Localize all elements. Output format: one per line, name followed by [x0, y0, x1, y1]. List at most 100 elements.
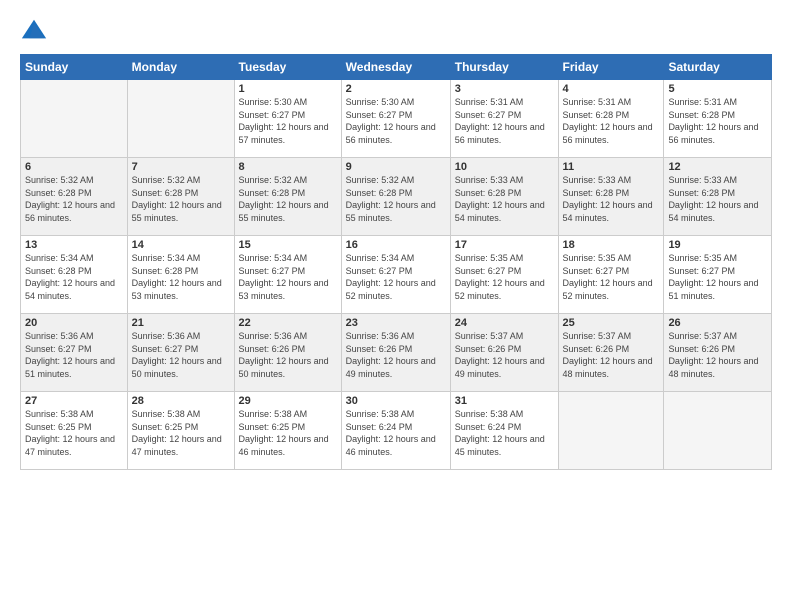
day-number: 28 [132, 395, 230, 407]
calendar-cell: 18Sunrise: 5:35 AMSunset: 6:27 PMDayligh… [558, 236, 664, 314]
day-number: 13 [25, 239, 123, 251]
day-info: Sunrise: 5:34 AMSunset: 6:28 PMDaylight:… [132, 252, 230, 302]
calendar-cell: 19Sunrise: 5:35 AMSunset: 6:27 PMDayligh… [664, 236, 772, 314]
calendar-cell: 9Sunrise: 5:32 AMSunset: 6:28 PMDaylight… [341, 158, 450, 236]
day-info: Sunrise: 5:37 AMSunset: 6:26 PMDaylight:… [455, 330, 554, 380]
calendar-cell: 31Sunrise: 5:38 AMSunset: 6:24 PMDayligh… [450, 392, 558, 470]
day-number: 16 [346, 239, 446, 251]
day-number: 22 [239, 317, 337, 329]
day-number: 3 [455, 83, 554, 95]
day-info: Sunrise: 5:38 AMSunset: 6:25 PMDaylight:… [132, 408, 230, 458]
day-number: 20 [25, 317, 123, 329]
day-number: 15 [239, 239, 337, 251]
day-number: 5 [668, 83, 767, 95]
day-info: Sunrise: 5:33 AMSunset: 6:28 PMDaylight:… [668, 174, 767, 224]
day-number: 19 [668, 239, 767, 251]
calendar-cell: 1Sunrise: 5:30 AMSunset: 6:27 PMDaylight… [234, 80, 341, 158]
calendar-cell: 8Sunrise: 5:32 AMSunset: 6:28 PMDaylight… [234, 158, 341, 236]
day-number: 27 [25, 395, 123, 407]
day-number: 4 [563, 83, 660, 95]
day-number: 18 [563, 239, 660, 251]
day-info: Sunrise: 5:38 AMSunset: 6:24 PMDaylight:… [455, 408, 554, 458]
calendar-cell: 6Sunrise: 5:32 AMSunset: 6:28 PMDaylight… [21, 158, 128, 236]
calendar-cell: 21Sunrise: 5:36 AMSunset: 6:27 PMDayligh… [127, 314, 234, 392]
calendar-cell [21, 80, 128, 158]
day-info: Sunrise: 5:36 AMSunset: 6:26 PMDaylight:… [239, 330, 337, 380]
calendar-cell [558, 392, 664, 470]
calendar-cell [664, 392, 772, 470]
day-number: 7 [132, 161, 230, 173]
calendar-cell: 12Sunrise: 5:33 AMSunset: 6:28 PMDayligh… [664, 158, 772, 236]
day-header: Wednesday [341, 55, 450, 80]
calendar-week-row: 6Sunrise: 5:32 AMSunset: 6:28 PMDaylight… [21, 158, 772, 236]
day-info: Sunrise: 5:36 AMSunset: 6:27 PMDaylight:… [132, 330, 230, 380]
calendar-cell: 25Sunrise: 5:37 AMSunset: 6:26 PMDayligh… [558, 314, 664, 392]
calendar-header-row: SundayMondayTuesdayWednesdayThursdayFrid… [21, 55, 772, 80]
calendar-table: SundayMondayTuesdayWednesdayThursdayFrid… [20, 54, 772, 470]
day-number: 21 [132, 317, 230, 329]
day-number: 2 [346, 83, 446, 95]
day-number: 6 [25, 161, 123, 173]
day-info: Sunrise: 5:35 AMSunset: 6:27 PMDaylight:… [563, 252, 660, 302]
logo-icon [20, 16, 48, 44]
day-number: 29 [239, 395, 337, 407]
calendar-cell: 24Sunrise: 5:37 AMSunset: 6:26 PMDayligh… [450, 314, 558, 392]
calendar-cell: 15Sunrise: 5:34 AMSunset: 6:27 PMDayligh… [234, 236, 341, 314]
calendar-cell: 20Sunrise: 5:36 AMSunset: 6:27 PMDayligh… [21, 314, 128, 392]
page: SundayMondayTuesdayWednesdayThursdayFrid… [0, 0, 792, 612]
calendar-cell: 2Sunrise: 5:30 AMSunset: 6:27 PMDaylight… [341, 80, 450, 158]
day-number: 1 [239, 83, 337, 95]
calendar-cell: 7Sunrise: 5:32 AMSunset: 6:28 PMDaylight… [127, 158, 234, 236]
day-info: Sunrise: 5:31 AMSunset: 6:28 PMDaylight:… [668, 96, 767, 146]
calendar-cell: 14Sunrise: 5:34 AMSunset: 6:28 PMDayligh… [127, 236, 234, 314]
calendar-cell: 23Sunrise: 5:36 AMSunset: 6:26 PMDayligh… [341, 314, 450, 392]
calendar-cell [127, 80, 234, 158]
day-info: Sunrise: 5:33 AMSunset: 6:28 PMDaylight:… [563, 174, 660, 224]
day-number: 14 [132, 239, 230, 251]
calendar-cell: 4Sunrise: 5:31 AMSunset: 6:28 PMDaylight… [558, 80, 664, 158]
day-info: Sunrise: 5:38 AMSunset: 6:25 PMDaylight:… [25, 408, 123, 458]
calendar-week-row: 13 Sunrise: 5:34 AMSunset: 6:28 PMDayligh… [21, 236, 772, 314]
day-info: Sunrise: 5:36 AMSunset: 6:26 PMDaylight:… [346, 330, 446, 380]
calendar-cell: 29Sunrise: 5:38 AMSunset: 6:25 PMDayligh… [234, 392, 341, 470]
day-info: Sunrise: 5:37 AMSunset: 6:26 PMDaylight:… [668, 330, 767, 380]
calendar-cell: 11Sunrise: 5:33 AMSunset: 6:28 PMDayligh… [558, 158, 664, 236]
calendar-cell: 3Sunrise: 5:31 AMSunset: 6:27 PMDaylight… [450, 80, 558, 158]
day-number: 17 [455, 239, 554, 251]
day-number: 12 [668, 161, 767, 173]
day-info: Sunrise: 5:30 AMSunset: 6:27 PMDaylight:… [346, 96, 446, 146]
day-info: Sunrise: 5:31 AMSunset: 6:27 PMDaylight:… [455, 96, 554, 146]
day-number: 10 [455, 161, 554, 173]
day-header: Friday [558, 55, 664, 80]
day-number: 8 [239, 161, 337, 173]
day-info: Sunrise: 5:32 AMSunset: 6:28 PMDaylight:… [25, 174, 123, 224]
day-info: Sunrise: 5:30 AMSunset: 6:27 PMDaylight:… [239, 96, 337, 146]
day-info: Sunrise: 5:33 AMSunset: 6:28 PMDaylight:… [455, 174, 554, 224]
day-header: Monday [127, 55, 234, 80]
day-info: Sunrise: 5:35 AMSunset: 6:27 PMDaylight:… [668, 252, 767, 302]
day-info: Sunrise: 5:34 AMSunset: 6:27 PMDaylight:… [346, 252, 446, 302]
calendar-cell: 5Sunrise: 5:31 AMSunset: 6:28 PMDaylight… [664, 80, 772, 158]
day-info: Sunrise: 5:37 AMSunset: 6:26 PMDaylight:… [563, 330, 660, 380]
day-info: Sunrise: 5:32 AMSunset: 6:28 PMDaylight:… [239, 174, 337, 224]
calendar-week-row: 27Sunrise: 5:38 AMSunset: 6:25 PMDayligh… [21, 392, 772, 470]
calendar-cell: 22Sunrise: 5:36 AMSunset: 6:26 PMDayligh… [234, 314, 341, 392]
day-number: 31 [455, 395, 554, 407]
day-number: 11 [563, 161, 660, 173]
day-number: 9 [346, 161, 446, 173]
day-info: Sunrise: 5:32 AMSunset: 6:28 PMDaylight:… [346, 174, 446, 224]
calendar-cell: 17Sunrise: 5:35 AMSunset: 6:27 PMDayligh… [450, 236, 558, 314]
calendar-cell: 27Sunrise: 5:38 AMSunset: 6:25 PMDayligh… [21, 392, 128, 470]
day-header: Sunday [21, 55, 128, 80]
day-number: 24 [455, 317, 554, 329]
calendar-week-row: 20 Sunrise: 5:36 AMSunset: 6:27 PMDayligh… [21, 314, 772, 392]
day-info: Sunrise: 5:32 AMSunset: 6:28 PMDaylight:… [132, 174, 230, 224]
day-info: Sunrise: 5:34 AMSunset: 6:27 PMDaylight:… [239, 252, 337, 302]
day-number: 25 [563, 317, 660, 329]
calendar-cell: 10Sunrise: 5:33 AMSunset: 6:28 PMDayligh… [450, 158, 558, 236]
calendar-cell: 28Sunrise: 5:38 AMSunset: 6:25 PMDayligh… [127, 392, 234, 470]
day-info: Sunrise: 5:35 AMSunset: 6:27 PMDaylight:… [455, 252, 554, 302]
day-header: Saturday [664, 55, 772, 80]
day-number: 23 [346, 317, 446, 329]
day-number: 30 [346, 395, 446, 407]
